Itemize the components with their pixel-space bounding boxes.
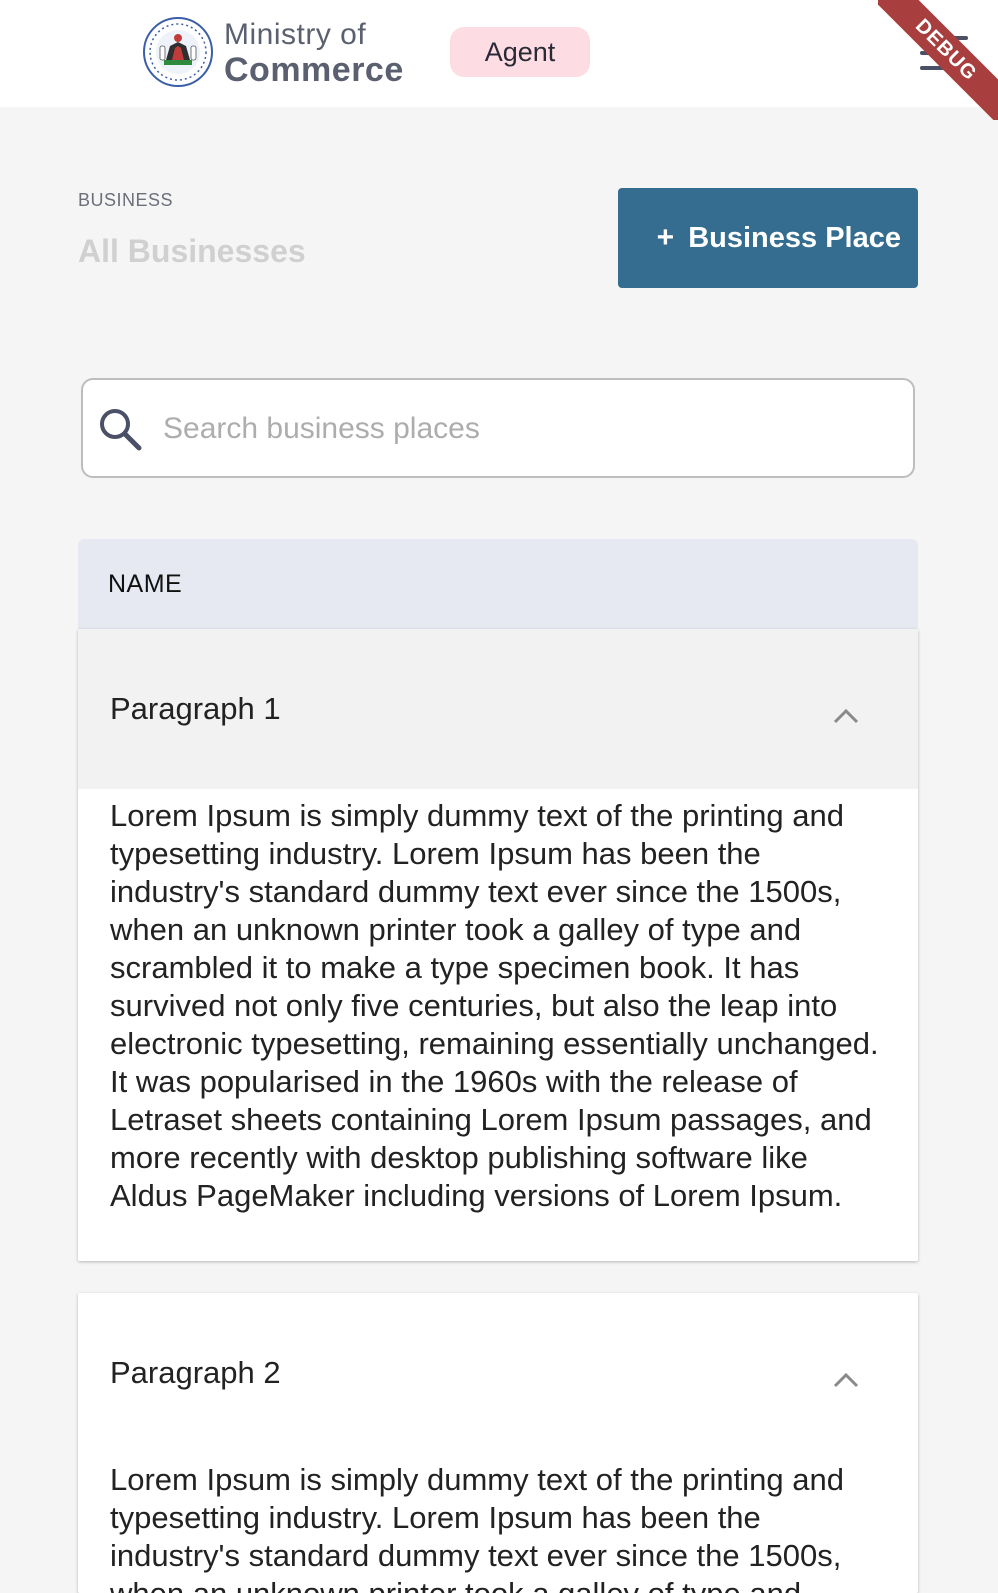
app-header: Ministry of Commerce Agent DEBUG [0, 0, 998, 120]
list-item-header[interactable]: Paragraph 1 [78, 629, 918, 789]
list-item-header[interactable]: Paragraph 2 [78, 1293, 918, 1453]
role-badge: Agent [450, 27, 590, 77]
debug-banner: DEBUG [878, 0, 998, 120]
section-label: BUSINESS [78, 190, 174, 210]
list-item: Paragraph 2 Lorem Ipsum is simply dummy … [78, 1293, 918, 1593]
list-item: Paragraph 1 Lorem Ipsum is simply dummy … [78, 629, 918, 1261]
add-business-place-button[interactable]: + Business Place [618, 188, 918, 288]
table-header-name: NAME [78, 539, 918, 629]
search-input[interactable] [161, 400, 895, 458]
list-item-title: Paragraph 2 [110, 1355, 281, 1390]
brand-line-2: Commerce [224, 51, 404, 89]
add-button-label: Business Place [688, 221, 901, 254]
search-icon [97, 406, 143, 452]
list-item-title: Paragraph 1 [110, 691, 281, 726]
chevron-up-icon[interactable] [832, 1361, 860, 1388]
search-box [81, 378, 915, 478]
brand-name: Ministry of Commerce [224, 18, 404, 88]
page-title: All Businesses [78, 233, 306, 269]
debug-label: DEBUG [878, 0, 998, 120]
brand-line-1: Ministry of [224, 18, 367, 51]
plus-icon: + [656, 221, 675, 254]
chevron-up-icon[interactable] [832, 697, 860, 724]
list-item-body: Lorem Ipsum is simply dummy text of the … [110, 798, 879, 1213]
coat-of-arms-icon [142, 16, 214, 88]
list-item-body: Lorem Ipsum is simply dummy text of the … [110, 1462, 844, 1593]
